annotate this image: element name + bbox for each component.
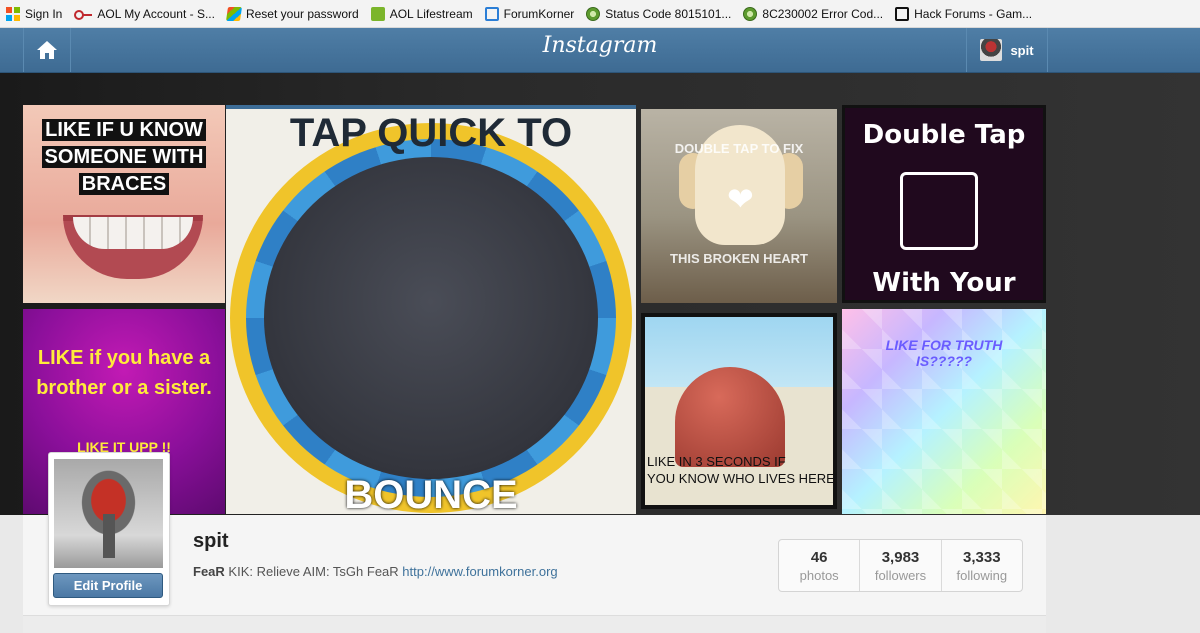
tile-caption-top: Double Tap <box>862 120 1026 150</box>
stat-label: following <box>956 568 1008 583</box>
caption-line: LIKE if you have a <box>37 347 211 369</box>
caption-line: LIKE FOR TRUTH <box>885 337 1003 353</box>
trampoline-image <box>230 123 632 513</box>
bookmark-reset-password[interactable]: Reset your password <box>225 6 359 21</box>
caption-line: brother or a sister. <box>36 377 212 399</box>
user-menu-button[interactable]: spit <box>966 28 1048 72</box>
photo-tile-puppy[interactable]: ❤ DOUBLE TAP TO FIX THIS BROKEN HEART <box>641 109 837 303</box>
bookmarks-bar: Sign In AOL My Account - S... Reset your… <box>0 0 1200 28</box>
stat-label: followers <box>874 568 927 583</box>
profile-username: spit <box>193 530 229 552</box>
instagram-header: Instagram spit <box>0 28 1200 73</box>
avatar[interactable] <box>54 459 163 568</box>
stat-photos[interactable]: 46 photos <box>779 540 859 591</box>
trampoline-mat <box>264 157 598 479</box>
header-username: spit <box>1010 42 1034 58</box>
stat-following[interactable]: 3,333 following <box>940 540 1022 591</box>
tile-caption-top: TAP QUICK TO <box>289 111 573 155</box>
profile-bio: FeaR KIK: Relieve AIM: TsGh FeaR http://… <box>193 564 558 579</box>
bookmark-hack-forums[interactable]: Hack Forums - Gam... <box>895 6 1033 21</box>
photo-tile-double-tap[interactable]: Double Tap With Your Elbow <box>842 105 1046 303</box>
tile-caption: LIKE IN 3 SECONDS IF YOU KNOW WHO LIVES … <box>645 453 835 487</box>
xbox-icon <box>586 6 601 21</box>
teeth-illustration <box>73 217 193 249</box>
bookmark-label: Sign In <box>25 6 63 21</box>
rock-image <box>675 367 785 467</box>
bookmark-aol-account[interactable]: AOL My Account - S... <box>74 7 215 21</box>
photo-tile-truth[interactable]: LIKE FOR TRUTH IS????? <box>842 309 1046 514</box>
stat-value: 3,983 <box>881 549 920 566</box>
stat-value: 46 <box>810 549 828 566</box>
bookmark-forumkorner[interactable]: ForumKorner <box>484 6 575 21</box>
aol-icon <box>370 6 385 21</box>
bookmark-error-code[interactable]: 8C230002 Error Cod... <box>743 6 884 21</box>
tile-caption: LIKE IF U KNOW SOMEONE WITH BRACES <box>23 117 225 198</box>
square-outline <box>900 172 978 250</box>
windows-icon <box>225 6 242 21</box>
stat-value: 3,333 <box>963 549 1001 566</box>
bookmark-status-code[interactable]: Status Code 8015101... <box>586 6 732 21</box>
photo-tile-trampoline[interactable]: TAP QUICK TO BOUNCE <box>226 105 636 514</box>
caption-line: YOU KNOW WHO LIVES HERE <box>647 471 835 486</box>
bio-text: KIK: Relieve AIM: TsGh FeaR <box>224 564 403 579</box>
tile-caption: LIKE FOR TRUTH IS????? <box>842 337 1046 369</box>
profile-stats: 46 photos 3,983 followers 3,333 followin… <box>778 539 1023 592</box>
bookmark-aol-lifestream[interactable]: AOL Lifestream <box>370 6 473 21</box>
photo-tile-braces[interactable]: LIKE IF U KNOW SOMEONE WITH BRACES <box>23 105 225 303</box>
page-margin-left <box>0 515 23 633</box>
profile-avatar-card: Edit Profile <box>48 452 170 606</box>
bookmark-label: Reset your password <box>245 6 359 21</box>
avatar-small <box>980 39 1003 61</box>
bookmark-label: Status Code 8015101... <box>605 6 732 21</box>
bio-link[interactable]: http://www.forumkorner.org <box>402 564 557 579</box>
caption-line: SOMEONE WITH <box>41 146 207 168</box>
tile-caption-bottom: With Your Elbow <box>872 268 1016 300</box>
forumkorner-icon <box>484 6 499 21</box>
tile-caption-bottom: THIS BROKEN HEART <box>670 251 808 266</box>
bookmark-label: Hack Forums - Gam... <box>914 6 1033 21</box>
bookmark-label: 8C230002 Error Cod... <box>762 6 884 21</box>
microsoft-icon <box>6 6 20 21</box>
caption-line: LIKE IF U KNOW <box>42 119 206 141</box>
stat-followers[interactable]: 3,983 followers <box>859 540 940 591</box>
xbox-icon <box>743 6 758 21</box>
home-icon <box>37 41 57 59</box>
key-icon <box>74 7 93 21</box>
tile-caption-top: DOUBLE TAP TO FIX <box>674 141 804 156</box>
caption-line: BRACES <box>78 173 170 195</box>
caption-line: LIKE IN 3 SECONDS IF <box>647 454 786 469</box>
bookmark-sign-in[interactable]: Sign In <box>6 6 63 21</box>
tile-caption-bottom: BOUNCE <box>344 473 518 514</box>
photo-tile-rock[interactable]: LIKE IN 3 SECONDS IF YOU KNOW WHO LIVES … <box>641 313 837 509</box>
broken-heart-icon: ❤ <box>727 181 754 217</box>
edit-profile-button[interactable]: Edit Profile <box>53 573 163 598</box>
hackforums-icon <box>895 6 910 21</box>
page-margin-right <box>1046 515 1200 633</box>
bookmark-label: ForumKorner <box>503 6 575 21</box>
tile-caption: LIKE if you have a brother or a sister. <box>23 343 225 403</box>
home-button[interactable] <box>23 28 71 72</box>
stat-label: photos <box>799 568 839 583</box>
bookmark-label: AOL Lifestream <box>389 6 473 21</box>
caption-line: IS????? <box>916 353 972 369</box>
profile-footer-strip <box>23 616 1046 633</box>
bio-name: FeaR <box>193 564 225 579</box>
bookmark-label: AOL My Account - S... <box>97 6 215 21</box>
